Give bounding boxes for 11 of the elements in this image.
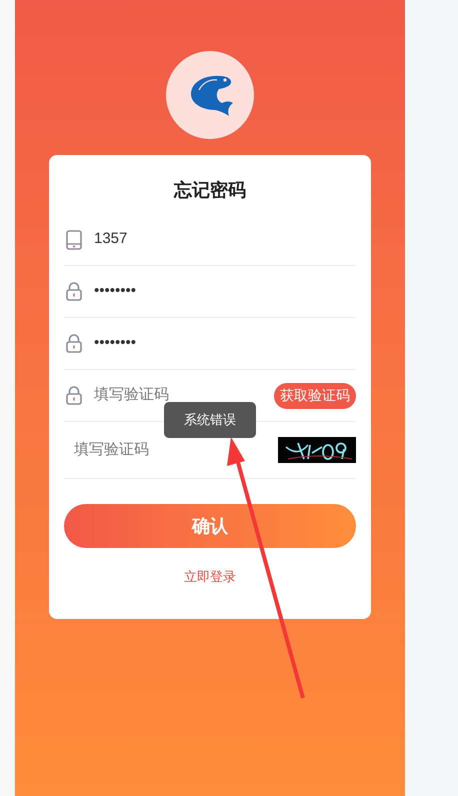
- lock-icon: [66, 282, 82, 301]
- phone-icon: [66, 230, 82, 250]
- toast: 系统错误: [164, 402, 256, 438]
- login-link[interactable]: 立即登录: [184, 567, 236, 586]
- input-field[interactable]: 1357: [94, 228, 356, 251]
- input-field[interactable]: ••••••••: [94, 332, 356, 355]
- lock-icon: [66, 386, 82, 405]
- input-field[interactable]: ••••••••: [94, 280, 356, 303]
- lock-icon: [66, 334, 82, 353]
- input-field[interactable]: 填写验证码: [74, 438, 278, 462]
- page-title: 忘记密码: [174, 179, 246, 202]
